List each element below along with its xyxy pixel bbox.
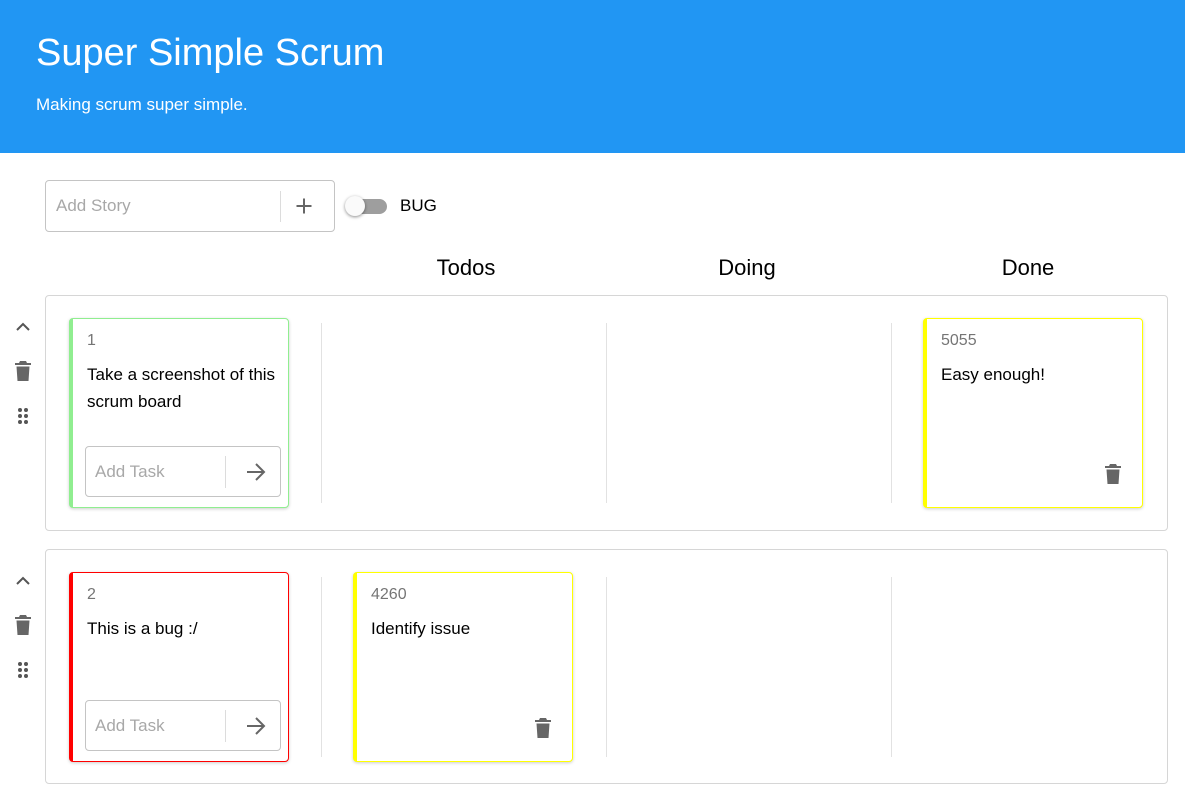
task-text: Easy enough! bbox=[941, 365, 1045, 384]
column-header-done: Done bbox=[1001, 255, 1055, 280]
app-subtitle: Making scrum super simple. bbox=[36, 95, 248, 114]
plus-icon bbox=[296, 198, 312, 214]
story-row: 2 This is a bug :/ 4260 Identify issue bbox=[45, 549, 1168, 784]
chevron-up-icon bbox=[16, 576, 30, 585]
add-task-field bbox=[85, 700, 281, 751]
bug-toggle[interactable] bbox=[345, 194, 387, 218]
column-header-doing: Doing bbox=[718, 255, 776, 280]
delete-task-button[interactable] bbox=[1101, 461, 1125, 487]
trash-icon bbox=[1105, 464, 1121, 484]
column-divider bbox=[606, 577, 607, 757]
bug-toggle-thumb[interactable] bbox=[345, 196, 365, 216]
add-task-divider bbox=[225, 456, 226, 488]
collapse-button[interactable] bbox=[10, 314, 36, 340]
delete-story-button[interactable] bbox=[10, 358, 36, 384]
add-task-input[interactable] bbox=[87, 702, 223, 749]
collapse-button[interactable] bbox=[10, 568, 36, 594]
task-text: Identify issue bbox=[371, 619, 471, 638]
task-id: 4260 bbox=[371, 586, 407, 603]
story-id: 1 bbox=[87, 332, 96, 349]
trash-icon bbox=[15, 615, 31, 635]
drag-handle-icon bbox=[18, 662, 28, 678]
story-card[interactable]: 1 Take a screenshot of this scrum board bbox=[69, 318, 289, 508]
app-header: Super Simple Scrum Making scrum super si… bbox=[0, 0, 1185, 153]
arrow-right-icon bbox=[247, 717, 266, 735]
column-divider bbox=[321, 323, 322, 503]
drag-handle[interactable] bbox=[10, 657, 36, 683]
add-task-input[interactable] bbox=[87, 448, 223, 495]
story-text: This is a bug :/ bbox=[87, 619, 198, 638]
column-header-todos: Todos bbox=[436, 255, 496, 280]
add-task-field bbox=[85, 446, 281, 497]
add-story-field bbox=[45, 180, 335, 232]
app-title: Super Simple Scrum bbox=[36, 32, 385, 74]
task-card[interactable]: 4260 Identify issue bbox=[353, 572, 573, 762]
add-task-divider bbox=[225, 710, 226, 742]
add-task-button[interactable] bbox=[241, 457, 271, 487]
add-story-input[interactable] bbox=[47, 182, 277, 230]
column-divider bbox=[606, 323, 607, 503]
drag-handle[interactable] bbox=[10, 403, 36, 429]
trash-icon bbox=[535, 718, 551, 738]
task-card[interactable]: 5055 Easy enough! bbox=[923, 318, 1143, 508]
task-id: 5055 bbox=[941, 332, 977, 349]
story-text: Take a screenshot of this scrum board bbox=[87, 365, 276, 411]
arrow-right-icon bbox=[247, 463, 266, 481]
column-divider bbox=[891, 323, 892, 503]
add-task-button[interactable] bbox=[241, 711, 271, 741]
drag-handle-icon bbox=[18, 408, 28, 424]
delete-task-button[interactable] bbox=[531, 715, 555, 741]
column-divider bbox=[321, 577, 322, 757]
trash-icon bbox=[15, 361, 31, 381]
story-row: 1 Take a screenshot of this scrum board … bbox=[45, 295, 1168, 531]
add-story-divider bbox=[280, 191, 281, 222]
story-id: 2 bbox=[87, 586, 96, 603]
column-divider bbox=[891, 577, 892, 757]
bug-card[interactable]: 2 This is a bug :/ bbox=[69, 572, 289, 762]
delete-story-button[interactable] bbox=[10, 612, 36, 638]
add-story-button[interactable] bbox=[289, 191, 319, 221]
bug-toggle-label: BUG bbox=[400, 196, 437, 215]
chevron-up-icon bbox=[16, 322, 30, 331]
